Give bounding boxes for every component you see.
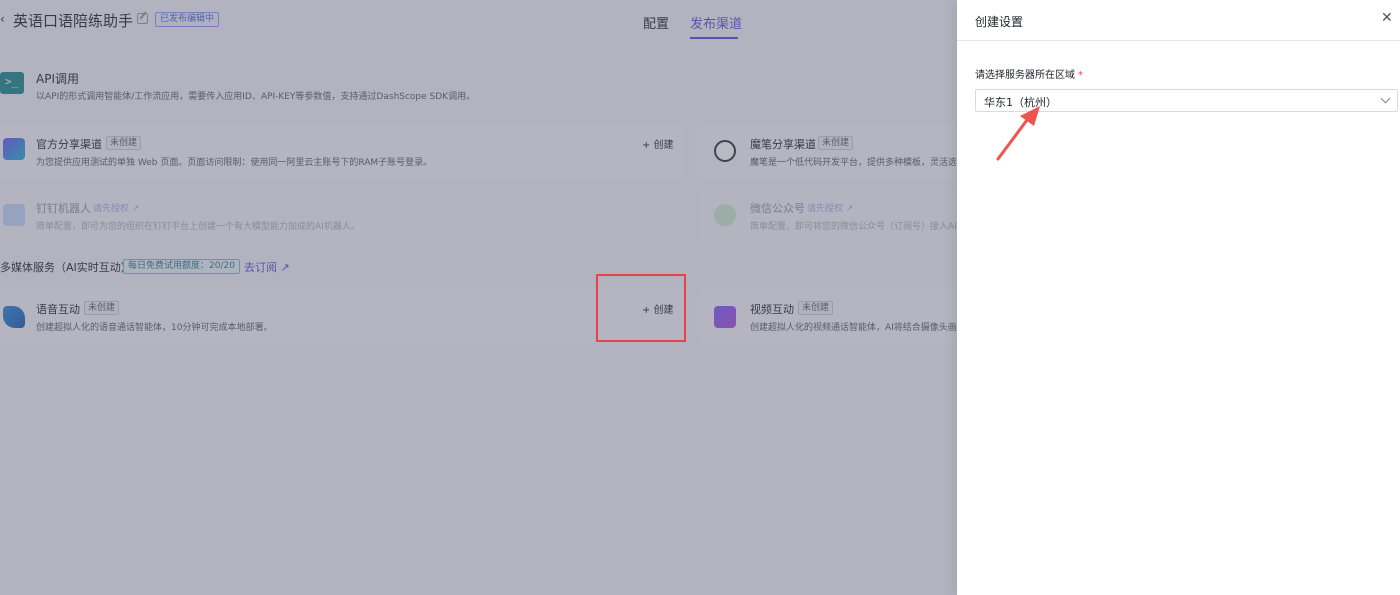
chevron-down-icon xyxy=(1380,93,1391,104)
required-mark: * xyxy=(1078,70,1083,81)
create-settings-drawer: 创建设置 ✕ 请选择服务器所在区域 * 华东1（杭州） xyxy=(957,0,1400,595)
annotation-arrow xyxy=(996,106,1040,161)
close-icon[interactable]: ✕ xyxy=(1381,10,1393,26)
region-field-label: 请选择服务器所在区域 * xyxy=(975,66,1083,81)
annotation-highlight-box xyxy=(596,274,686,342)
drawer-title: 创建设置 xyxy=(975,15,1024,29)
divider xyxy=(957,40,1400,41)
modal-overlay[interactable] xyxy=(0,0,957,595)
region-label-text: 请选择服务器所在区域 xyxy=(975,70,1075,81)
